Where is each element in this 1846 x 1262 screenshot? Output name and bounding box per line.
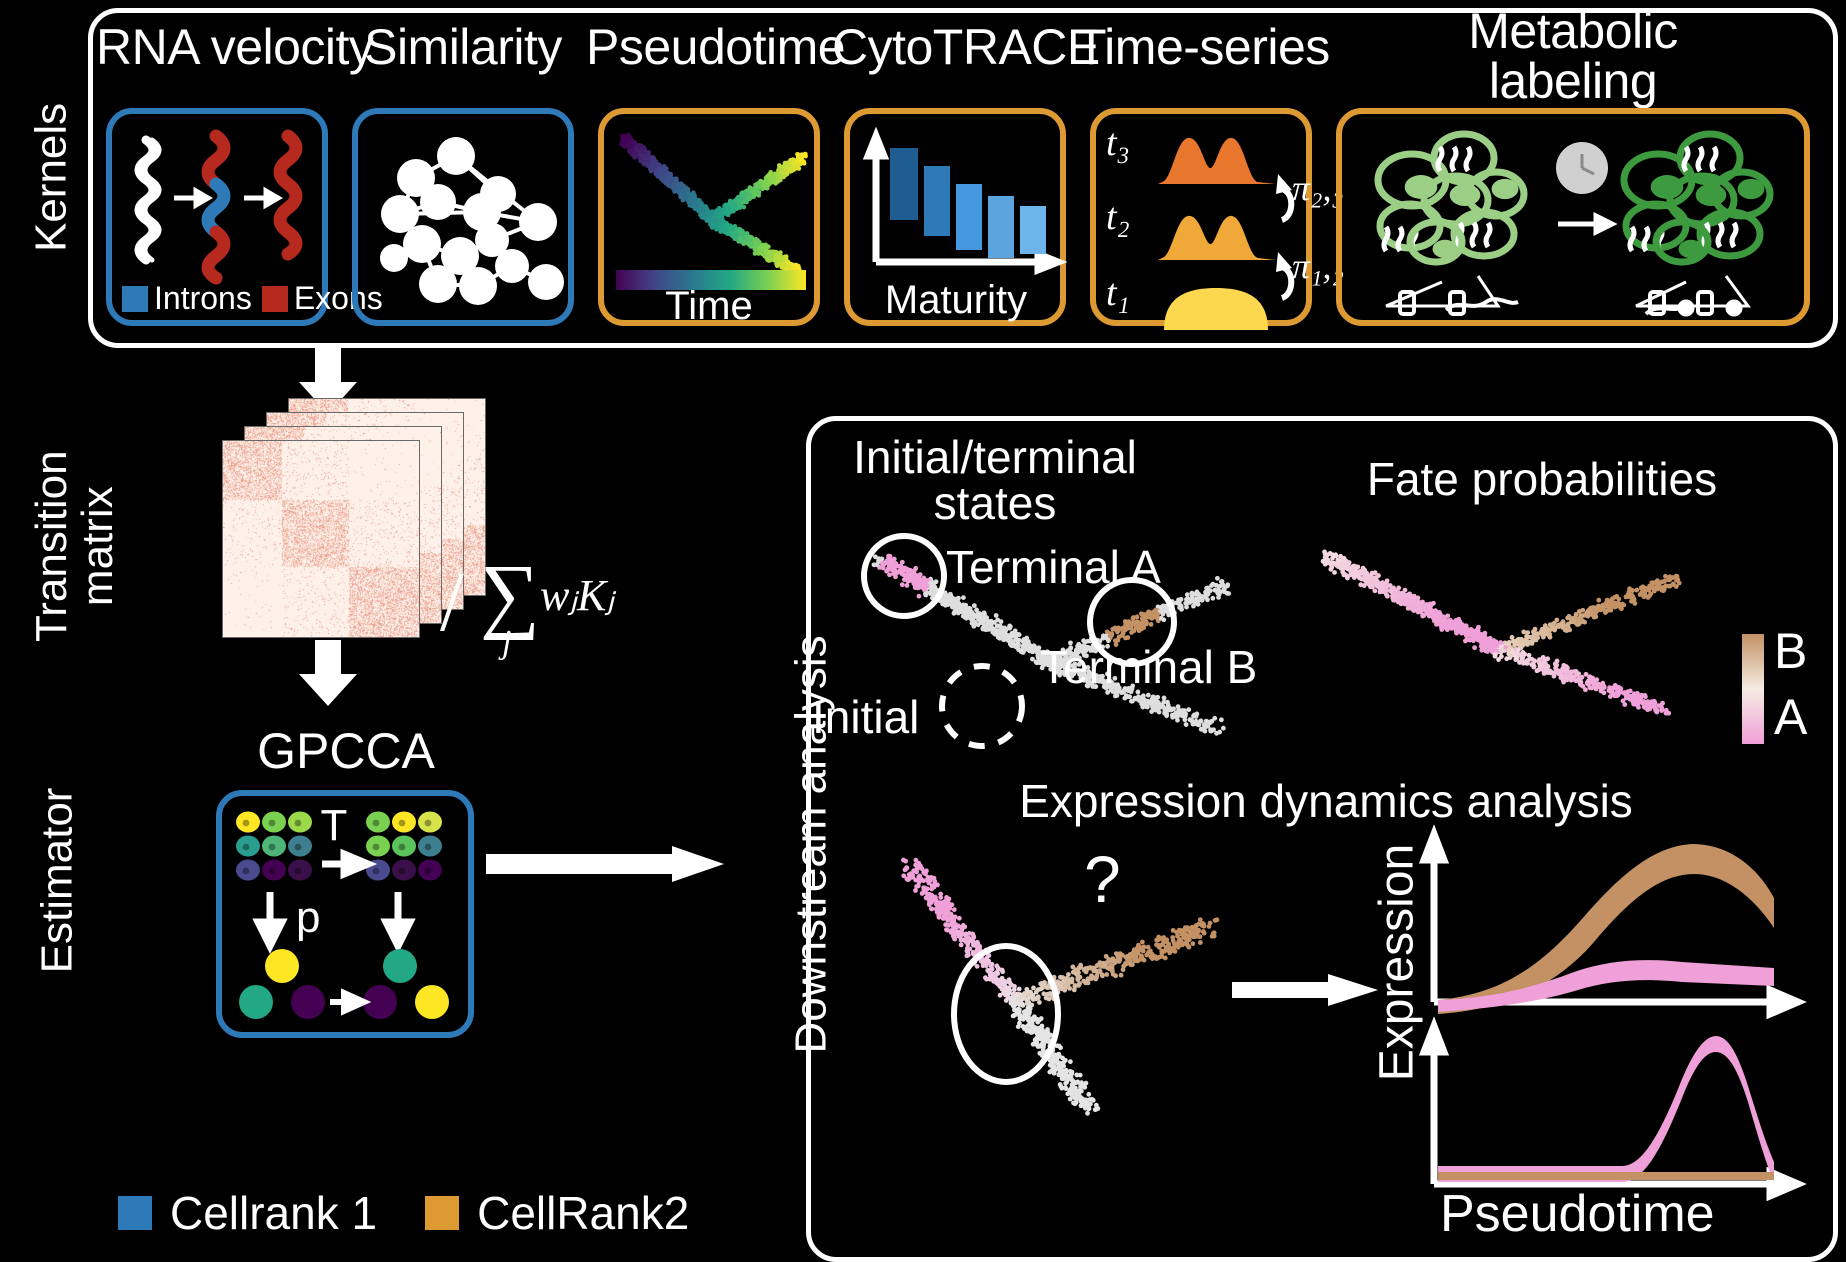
- curve-lineage-b-bottom: [1438, 1172, 1774, 1180]
- pseudotime-scatter: [619, 132, 808, 276]
- figure-legend: Cellrank 1 CellRank2: [118, 1186, 689, 1240]
- row-label-transition-matrix: Transition matrix: [26, 401, 122, 691]
- fate-probabilities-colorbar: [1742, 634, 1764, 744]
- kernel-title-metabolic-line1: Metabolic: [1468, 3, 1678, 59]
- kernel-card-timeseries[interactable]: Time-series t₃ t₂ t₁ π₂,₃ π₁,₂: [1076, 22, 1344, 330]
- annotation-question-mark: ?: [1084, 842, 1121, 916]
- timeseries-label-t1: t₁: [1106, 272, 1130, 314]
- annotation-initial: Initial: [812, 691, 920, 743]
- expression-dynamics-scatter: [901, 857, 1220, 1116]
- estimator-title: GPCCA: [257, 723, 435, 779]
- expression-dynamics-umap[interactable]: [854, 836, 1254, 1126]
- arrow-estimator-to-downstream: [486, 846, 724, 882]
- legend-swatch-cellrank2: [425, 1196, 460, 1230]
- gpcca-operator-T: T: [321, 801, 348, 850]
- expression-x-axis-label: Pseudotime: [1440, 1185, 1715, 1243]
- fate-probabilities-scatter: [1320, 549, 1682, 716]
- metabolic-labeling-diagram: [1374, 130, 1774, 317]
- cytotrace-barchart: [862, 126, 1068, 276]
- annotation-terminal-b: Terminal B: [1040, 641, 1258, 693]
- row-label-transition-line1: Transition: [26, 450, 76, 642]
- kernel-title-rna-velocity: RNA velocity: [96, 19, 374, 75]
- kernel-title-similarity: Similarity: [364, 19, 562, 75]
- kernel-card-pseudotime[interactable]: Pseudotime Time: [586, 22, 846, 326]
- arrow-umap-to-curves: [1232, 974, 1378, 1006]
- similarity-graph: [380, 137, 564, 305]
- legend-swatch-cellrank1: [118, 1196, 152, 1230]
- kernel-title-cytotrace: CytoTRACE: [832, 19, 1100, 75]
- expression-y-axis-label: Expression: [1370, 843, 1424, 1082]
- gpcca-operator-p: p: [296, 893, 320, 942]
- annotation-terminal-a: Terminal A: [946, 541, 1161, 593]
- pseudotime-colorbar-label: Time: [665, 284, 753, 326]
- formula-terms: wⱼKⱼ: [540, 571, 615, 620]
- panel-title-fate-probabilities: Fate probabilities: [1366, 453, 1718, 505]
- panel-title-initial-terminal-line2: states: [933, 477, 1057, 529]
- row-label-estimator: Estimator: [32, 787, 82, 974]
- expression-curves-panel: [1382, 816, 1812, 1236]
- timeseries-label-t3: t₃: [1106, 122, 1130, 164]
- kernel-title-timeseries: Time-series: [1076, 19, 1330, 75]
- timeseries-label-t2: t₂: [1106, 196, 1130, 238]
- kernel-title-metabolic-line2: labeling: [1488, 53, 1658, 109]
- colorbar-label-b: B: [1774, 623, 1808, 679]
- kernel-panel-pseudotime: Time: [598, 108, 820, 326]
- curve-lineage-a-bottom: [1438, 1036, 1774, 1182]
- rna-velocity-legend: Introns Exons: [122, 280, 383, 317]
- kernel-panel-timeseries: t₃ t₂ t₁ π₂,₃ π₁,₂: [1090, 108, 1344, 330]
- row-label-kernels: Kernels: [26, 102, 76, 253]
- initial-state-circle: [939, 663, 1025, 749]
- legend-swatch-exons: [261, 285, 288, 312]
- cytotrace-axis-label: Maturity: [884, 278, 1028, 322]
- expression-curves: [1418, 824, 1807, 1202]
- curve-lineage-b-top: [1438, 844, 1774, 1014]
- formula-slash: /: [440, 553, 464, 649]
- row-label-transition-line2: matrix: [73, 486, 122, 607]
- legend-label-cellrank2: CellRank2: [477, 1187, 690, 1239]
- legend-label-cellrank1: Cellrank 1: [170, 1187, 378, 1239]
- kernel-panel-similarity: [352, 108, 574, 326]
- expression-query-circle: [951, 943, 1061, 1085]
- gpcca-diagram: T p: [236, 801, 449, 1019]
- fate-probabilities-plot[interactable]: [1290, 524, 1710, 734]
- estimator-panel-gpcca[interactable]: T p: [216, 790, 474, 1038]
- formula-sum-subscript: j: [502, 624, 512, 661]
- kernel-card-cytotrace[interactable]: CytoTRACE Maturity: [832, 22, 1100, 326]
- kernel-card-metabolic[interactable]: Metabolic labeling: [1336, 6, 1810, 326]
- panel-title-initial-terminal-line1: Initial/terminal: [853, 431, 1137, 483]
- legend-swatch-introns: [122, 285, 148, 312]
- kernel-card-similarity[interactable]: Similarity: [352, 22, 574, 326]
- kernel-title-pseudotime: Pseudotime: [586, 19, 846, 75]
- arrow-matrix-to-estimator: [299, 640, 357, 706]
- kernel-panel-metabolic: [1336, 108, 1810, 326]
- legend-label-introns: Introns: [154, 280, 252, 316]
- timeseries-distributions: [1158, 137, 1276, 330]
- kernel-panel-rna-velocity: Introns Exons: [106, 108, 383, 326]
- kernel-card-rna-velocity[interactable]: RNA velocity Introns Exons: [96, 22, 383, 326]
- kernel-panel-cytotrace: Maturity: [844, 108, 1068, 326]
- transition-matrix-formula: / ∑ j wⱼKⱼ: [440, 552, 680, 672]
- colorbar-label-a: A: [1774, 689, 1808, 745]
- rna-velocity-diagram: [134, 129, 303, 285]
